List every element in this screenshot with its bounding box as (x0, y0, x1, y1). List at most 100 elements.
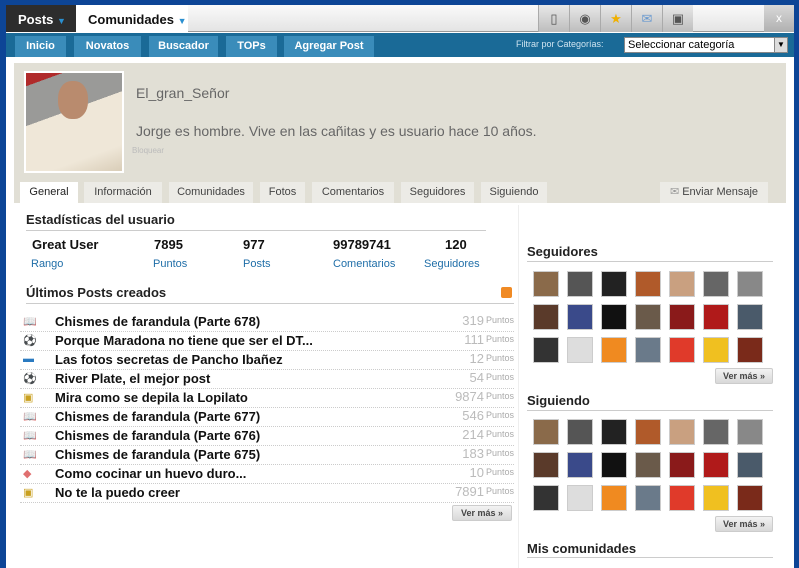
user-avatar[interactable] (567, 485, 593, 511)
stat-seguidores-label[interactable]: Seguidores (424, 258, 480, 270)
post-title[interactable]: Porque Maradona no tiene que ser el DT..… (55, 333, 313, 348)
user-avatar[interactable] (669, 485, 695, 511)
user-avatar[interactable] (601, 304, 627, 330)
user-avatar[interactable] (669, 419, 695, 445)
user-avatar[interactable] (635, 452, 661, 478)
post-title[interactable]: Chismes de farandula (Parte 675) (55, 447, 260, 462)
post-item[interactable]: 📖 Chismes de farandula (Parte 675) 183 Punt… (20, 446, 514, 465)
user-avatar[interactable] (533, 419, 559, 445)
user-avatar[interactable] (567, 304, 593, 330)
category-select[interactable]: Seleccionar categoría ▼ (624, 37, 788, 53)
book-icon: 📖 (23, 449, 37, 461)
user-avatar[interactable] (567, 271, 593, 297)
user-avatar[interactable] (669, 271, 695, 297)
user-avatar[interactable] (533, 452, 559, 478)
siguiendo-ver-mas-button[interactable]: Ver más » (715, 516, 773, 532)
user-avatar[interactable] (635, 337, 661, 363)
post-title[interactable]: Mira como se depila la Lopilato (55, 390, 248, 405)
post-title[interactable]: No te la puedo creer (55, 485, 180, 500)
stat-puntos-label[interactable]: Puntos (153, 258, 187, 270)
rss-icon[interactable] (501, 287, 512, 298)
user-avatar[interactable] (737, 485, 763, 511)
monitor-icon[interactable]: ▣ (662, 5, 693, 32)
post-title[interactable]: Chismes de farandula (Parte 678) (55, 314, 260, 329)
post-item[interactable]: 📖 Chismes de farandula (Parte 678) 319 Punt… (20, 313, 514, 332)
post-title[interactable]: River Plate, el mejor post (55, 371, 210, 386)
tab-comentarios[interactable]: Comentarios (312, 182, 394, 203)
post-item[interactable]: ▣ No te la puedo creer 7891 Puntos (20, 484, 514, 503)
seguidores-title: Seguidores (527, 244, 598, 259)
user-avatar[interactable] (601, 337, 627, 363)
user-avatar[interactable] (635, 485, 661, 511)
user-avatar[interactable] (635, 304, 661, 330)
stat-posts-label[interactable]: Posts (243, 258, 271, 270)
user-avatar[interactable] (703, 304, 729, 330)
post-item[interactable]: ◆ Como cocinar un huevo duro... 10 Puntos (20, 465, 514, 484)
user-avatar[interactable] (669, 337, 695, 363)
tab-comunidades[interactable]: Comunidades (169, 182, 253, 203)
mail-icon[interactable]: ✉ (631, 5, 662, 32)
tab-fotos[interactable]: Fotos (260, 182, 305, 203)
send-message-button[interactable]: ✉ Enviar Mensaje (660, 182, 768, 203)
eye-icon[interactable]: ◉ (569, 5, 600, 32)
post-item[interactable]: 📖 Chismes de farandula (Parte 677) 546 Punt… (20, 408, 514, 427)
user-avatar[interactable] (533, 485, 559, 511)
user-avatar[interactable] (601, 419, 627, 445)
user-avatar[interactable] (737, 419, 763, 445)
posts-menu[interactable]: Posts ▼ (6, 5, 76, 32)
tab-siguiendo[interactable]: Siguiendo (481, 182, 547, 203)
user-avatar[interactable] (601, 271, 627, 297)
comunidades-menu[interactable]: Comunidades ▼ (76, 5, 188, 32)
seguidores-ver-mas-button[interactable]: Ver más » (715, 368, 773, 384)
post-title[interactable]: Como cocinar un huevo duro... (55, 466, 246, 481)
block-link[interactable]: Bloquear (132, 146, 164, 155)
nav-inicio[interactable]: Inicio (15, 36, 66, 57)
filter-label: Filtrar por Categorías: (516, 39, 604, 49)
user-avatar[interactable] (601, 452, 627, 478)
tab-informacion[interactable]: Información (84, 182, 162, 203)
user-avatar[interactable] (703, 452, 729, 478)
user-avatar[interactable] (669, 304, 695, 330)
post-item[interactable]: ▣ Mira como se depila la Lopilato 9874 Punt… (20, 389, 514, 408)
user-avatar[interactable] (533, 271, 559, 297)
post-item[interactable]: 📖 Chismes de farandula (Parte 676) 214 Punt… (20, 427, 514, 446)
posts-ver-mas-button[interactable]: Ver más » (452, 505, 512, 521)
stat-comentarios-label[interactable]: Comentarios (333, 258, 395, 270)
tab-general[interactable]: General (20, 182, 78, 203)
user-avatar[interactable] (737, 452, 763, 478)
post-item[interactable]: ⚽ Porque Maradona no tiene que ser el DT.… (20, 332, 514, 351)
clipboard-icon[interactable]: ▯ (538, 5, 569, 32)
post-title[interactable]: Las fotos secretas de Pancho Ibañez (55, 352, 283, 367)
user-avatar[interactable] (703, 271, 729, 297)
user-avatar[interactable] (703, 337, 729, 363)
user-avatar[interactable] (601, 485, 627, 511)
user-avatar[interactable] (567, 452, 593, 478)
user-avatar[interactable] (533, 304, 559, 330)
post-points: 183 (462, 446, 484, 461)
star-icon[interactable]: ★ (600, 5, 631, 32)
user-avatar[interactable] (567, 419, 593, 445)
stat-rango-label[interactable]: Rango (31, 258, 63, 270)
post-title[interactable]: Chismes de farandula (Parte 676) (55, 428, 260, 443)
nav-agregar-post[interactable]: Agregar Post (284, 36, 374, 57)
chevron-down-icon: ▼ (774, 38, 787, 52)
user-avatar[interactable] (703, 485, 729, 511)
post-item[interactable]: ⚽ River Plate, el mejor post 54 Puntos (20, 370, 514, 389)
user-avatar[interactable] (737, 337, 763, 363)
user-avatar[interactable] (533, 337, 559, 363)
close-button[interactable]: x (764, 5, 794, 32)
stats-title: Estadísticas del usuario (26, 212, 175, 227)
user-avatar[interactable] (567, 337, 593, 363)
user-avatar[interactable] (635, 419, 661, 445)
user-avatar[interactable] (635, 271, 661, 297)
nav-tops[interactable]: TOPs (226, 36, 277, 57)
post-title[interactable]: Chismes de farandula (Parte 677) (55, 409, 260, 424)
user-avatar[interactable] (737, 304, 763, 330)
nav-novatos[interactable]: Novatos (74, 36, 141, 57)
nav-buscador[interactable]: Buscador (149, 36, 218, 57)
user-avatar[interactable] (737, 271, 763, 297)
user-avatar[interactable] (703, 419, 729, 445)
post-item[interactable]: ▬ Las fotos secretas de Pancho Ibañez 12 Pu… (20, 351, 514, 370)
tab-seguidores[interactable]: Seguidores (401, 182, 474, 203)
user-avatar[interactable] (669, 452, 695, 478)
